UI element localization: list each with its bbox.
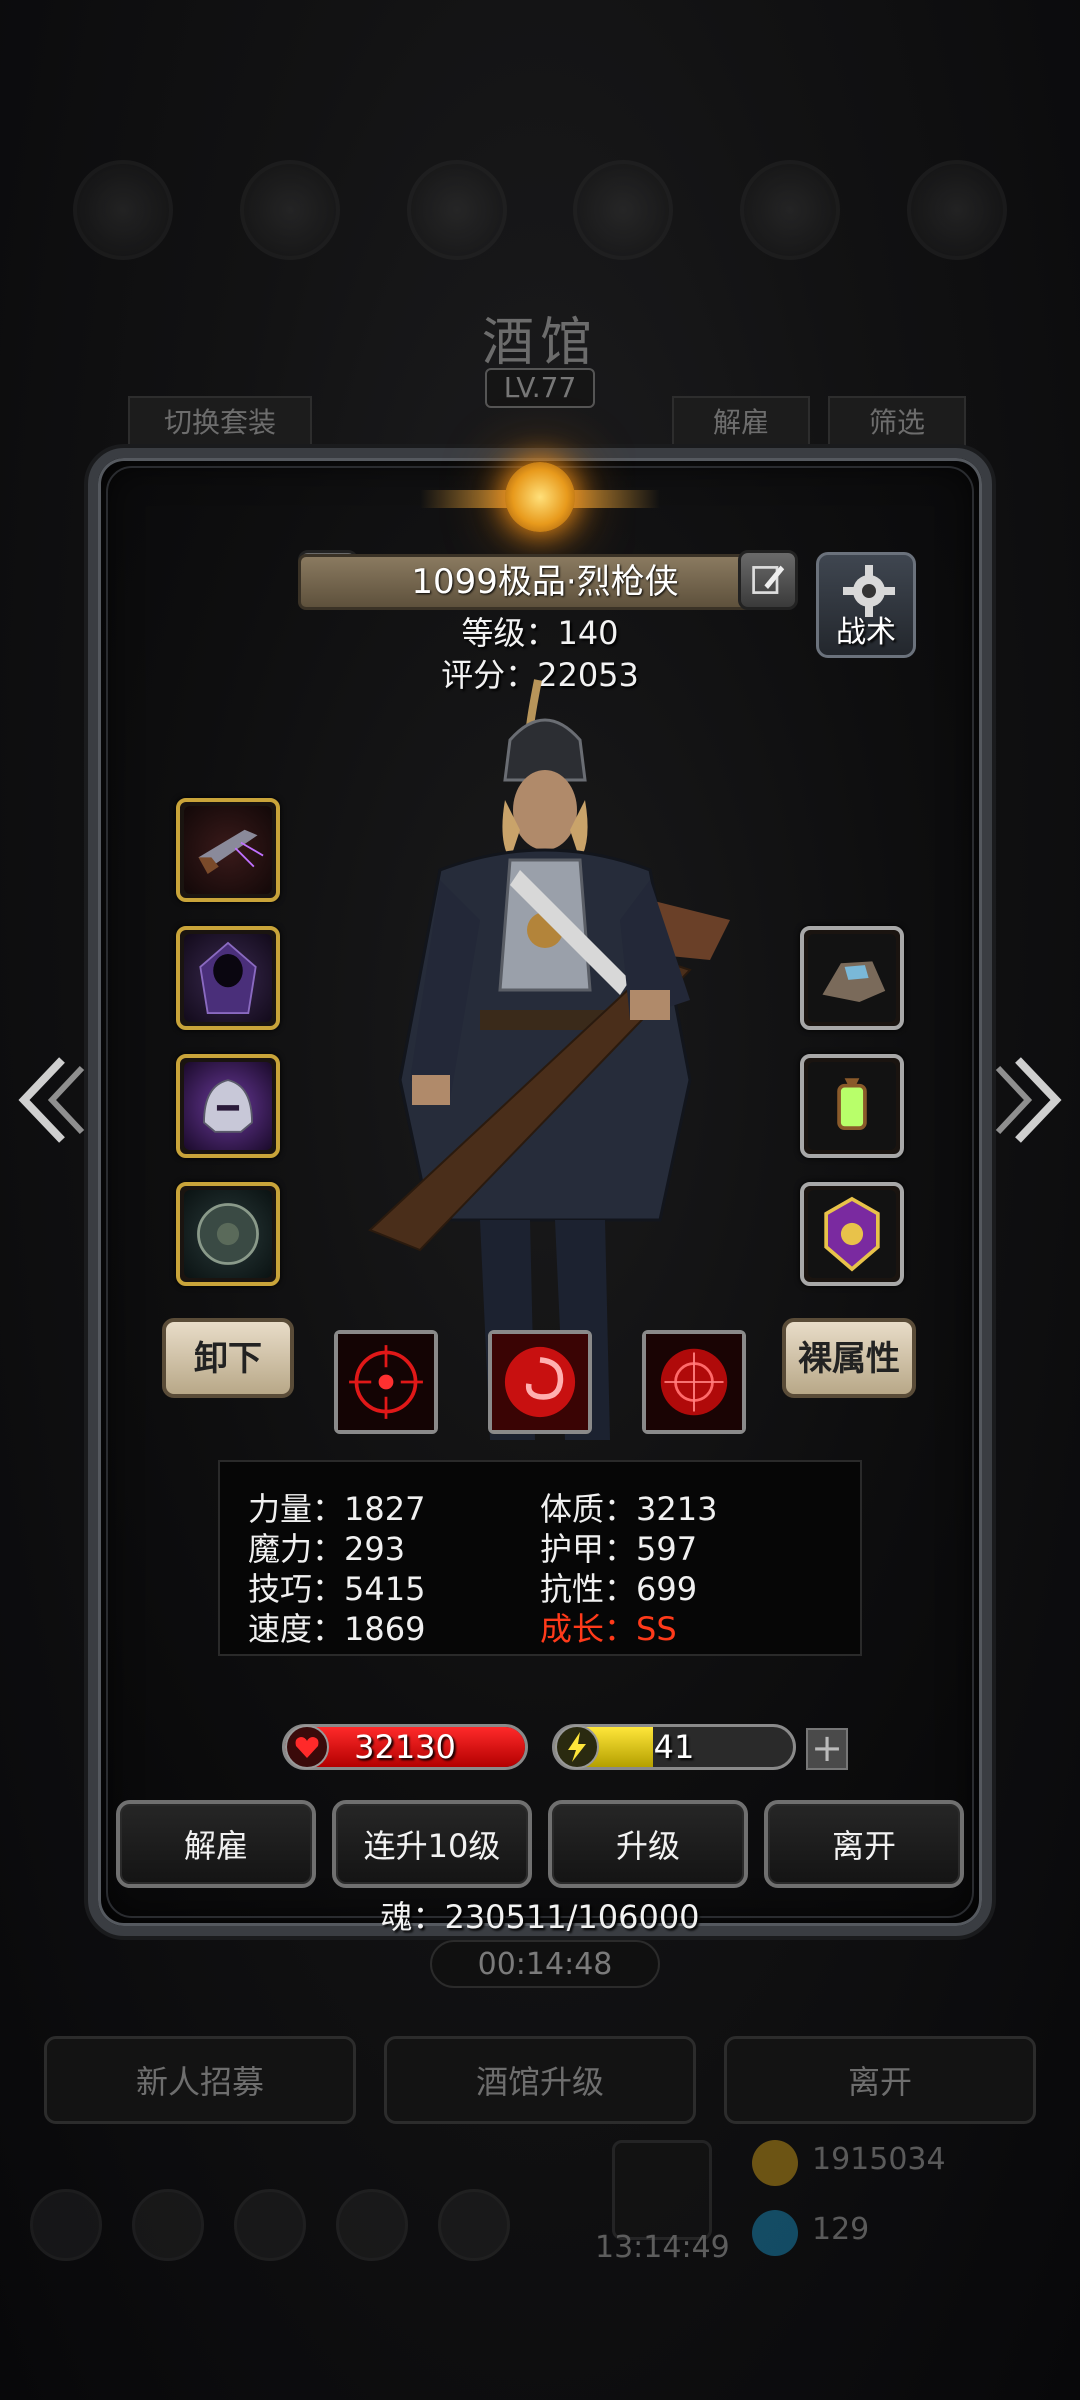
weapon-slot[interactable]	[176, 798, 280, 902]
background-bottom-icons	[30, 2180, 1050, 2270]
helmet-slot[interactable]	[176, 1054, 280, 1158]
attr-speed: 速度：1869	[248, 1610, 426, 1648]
hero-name: 1099极品·烈枪侠	[298, 554, 792, 610]
switch-outfit-tab: 切换套装	[128, 396, 312, 448]
gem-icon	[752, 2210, 798, 2256]
previous-hero-arrow[interactable]	[12, 1040, 92, 1160]
lightning-icon	[555, 1725, 599, 1769]
level-up-button[interactable]: 升级	[548, 1800, 748, 1888]
next-hero-arrow[interactable]	[988, 1040, 1068, 1160]
recruit-timer: 00:14:48	[430, 1940, 660, 1988]
lantern-slot[interactable]	[800, 1054, 904, 1158]
level-up-10-button[interactable]: 连升10级	[332, 1800, 532, 1888]
add-energy-button[interactable]: +	[806, 1728, 848, 1770]
chevron-right-icon	[995, 1057, 1062, 1143]
pistol-icon	[198, 829, 264, 874]
ore-slot[interactable]	[800, 926, 904, 1030]
recruit-new-button: 新人招募	[44, 2036, 356, 2124]
emblem-slot[interactable]	[800, 1182, 904, 1286]
shield-slot[interactable]	[176, 1182, 280, 1286]
dismiss-button[interactable]: 解雇	[116, 1800, 316, 1888]
gift-timer: 13:14:49	[595, 2230, 730, 2265]
background-top-icons	[40, 150, 1040, 270]
shield-icon	[197, 1203, 259, 1265]
cloak-slot[interactable]	[176, 926, 280, 1030]
target-skill-icon	[646, 1334, 742, 1430]
tactics-label: 战术	[836, 615, 896, 650]
tavern-title: 酒馆	[481, 313, 598, 373]
unequip-button[interactable]: 卸下	[162, 1318, 294, 1398]
ore-icon	[822, 961, 886, 1002]
attr-growth: 成长：SS	[540, 1610, 677, 1648]
cloak-icon	[199, 941, 257, 1014]
base-attributes-button[interactable]: 裸属性	[782, 1318, 916, 1398]
tavern-leave-button: 离开	[724, 2036, 1036, 2124]
skill-slot-1[interactable]	[334, 1330, 438, 1434]
lantern-icon	[837, 1078, 867, 1130]
bg-dismiss-tab: 解雇	[672, 396, 810, 448]
crosshair-skill-icon	[338, 1334, 434, 1430]
helmet-icon	[203, 1079, 253, 1133]
gold-coin-icon	[752, 2140, 798, 2186]
crest-gear-icon	[505, 462, 575, 532]
edit-icon	[752, 565, 785, 594]
tavern-upgrade-button: 酒馆升级	[384, 2036, 696, 2124]
skill-slot-2[interactable]	[488, 1330, 592, 1434]
gift-box-icon	[612, 2140, 712, 2240]
soul-counter: 魂：230511/106000	[380, 1898, 700, 1936]
emblem-icon	[824, 1196, 880, 1272]
heart-icon	[285, 1725, 329, 1769]
chevron-left-icon	[18, 1057, 85, 1143]
tavern-level-badge: LV.77	[485, 368, 595, 408]
rename-button[interactable]	[738, 550, 798, 610]
skill-slot-3[interactable]	[642, 1330, 746, 1434]
vortex-skill-icon	[492, 1334, 588, 1430]
gold-amount: 1915034	[812, 2142, 946, 2177]
tactics-button[interactable]: 战术	[816, 552, 916, 658]
hero-level: 等级：140	[461, 614, 619, 652]
gem-amount: 129	[812, 2212, 870, 2247]
filter-tab: 筛选	[828, 396, 966, 448]
leave-button[interactable]: 离开	[764, 1800, 964, 1888]
